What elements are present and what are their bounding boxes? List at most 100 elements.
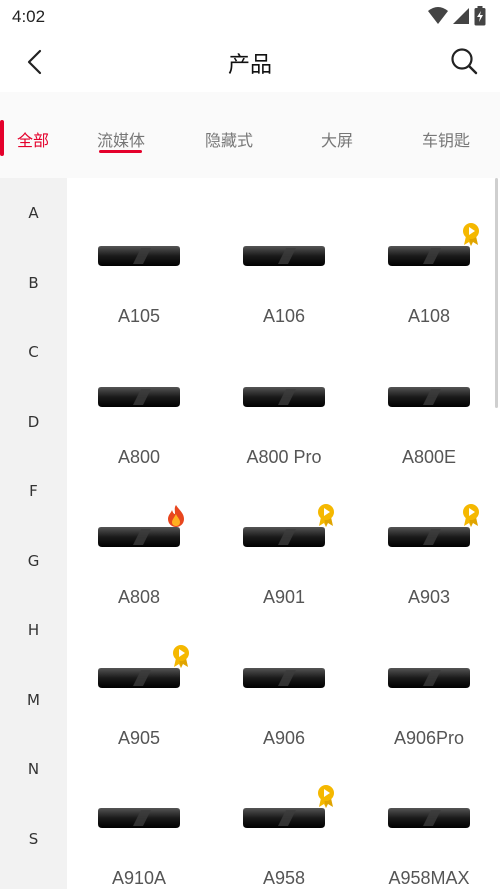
product-name: A108 bbox=[407, 306, 451, 326]
search-icon bbox=[451, 48, 478, 75]
product-card[interactable]: A800E bbox=[357, 331, 500, 471]
product-image bbox=[242, 386, 326, 408]
product-image bbox=[387, 807, 471, 829]
product-image bbox=[387, 667, 471, 689]
product-name: A958MAX bbox=[388, 868, 470, 888]
product-image bbox=[242, 526, 326, 548]
index-letter[interactable]: S bbox=[0, 830, 67, 848]
product-image bbox=[387, 245, 471, 267]
product-image bbox=[97, 245, 181, 267]
dashcam-image bbox=[243, 246, 325, 266]
index-letter[interactable]: H bbox=[0, 621, 67, 639]
tab-hidden[interactable]: 隐藏式 bbox=[205, 127, 253, 151]
status-time: 4:02 bbox=[12, 7, 46, 26]
product-image bbox=[97, 807, 181, 829]
category-tabs: 全部 流媒体 隐藏式 大屏 车钥匙 bbox=[0, 92, 500, 178]
product-name: A106 bbox=[262, 306, 306, 326]
search-button[interactable] bbox=[448, 45, 480, 77]
product-name: A800 bbox=[117, 446, 161, 467]
product-image bbox=[242, 245, 326, 267]
scrollbar[interactable] bbox=[495, 178, 498, 408]
index-letter[interactable]: A bbox=[0, 204, 67, 222]
dashcam-image bbox=[243, 527, 325, 547]
product-name: A808 bbox=[117, 587, 161, 607]
index-letter[interactable]: F bbox=[0, 482, 67, 500]
hot-badge-icon bbox=[168, 505, 184, 527]
product-card[interactable]: A910A bbox=[67, 752, 211, 889]
product-image bbox=[97, 667, 181, 689]
product-image bbox=[387, 526, 471, 548]
hot-badge bbox=[167, 505, 185, 531]
product-card[interactable]: A108 bbox=[357, 190, 500, 330]
dashcam-image bbox=[98, 667, 180, 688]
dashcam-image bbox=[98, 808, 180, 828]
product-card[interactable]: A901 bbox=[212, 471, 356, 611]
product-card[interactable]: A958 bbox=[212, 752, 356, 889]
product-card[interactable]: A906 bbox=[212, 612, 356, 752]
product-card[interactable]: A800 Pro bbox=[212, 331, 356, 471]
index-letter[interactable]: B bbox=[0, 274, 67, 292]
award-badge bbox=[171, 644, 191, 672]
product-image bbox=[242, 667, 326, 689]
award-badge-icon bbox=[173, 644, 189, 668]
product-card[interactable]: A905 bbox=[67, 612, 211, 752]
product-image bbox=[97, 386, 181, 408]
dashcam-image bbox=[243, 667, 325, 688]
status-icons bbox=[428, 6, 486, 26]
dashcam-image bbox=[98, 246, 180, 266]
dashcam-image bbox=[243, 808, 325, 828]
product-name: A958 bbox=[262, 868, 306, 888]
award-badge-icon bbox=[463, 223, 479, 246]
dashcam-image bbox=[388, 667, 470, 688]
tab-big-screen[interactable]: 大屏 bbox=[321, 127, 353, 151]
award-badge-icon bbox=[463, 504, 479, 527]
product-name: A901 bbox=[262, 587, 306, 607]
product-card[interactable]: A906Pro bbox=[357, 612, 500, 752]
product-name: A906 bbox=[262, 727, 306, 748]
award-badge bbox=[461, 222, 481, 250]
status-bar: 4:02 bbox=[0, 0, 500, 34]
tab-streaming-underline bbox=[99, 150, 142, 153]
page-title: 产品 bbox=[227, 53, 272, 78]
tab-streaming[interactable]: 流媒体 bbox=[97, 127, 145, 151]
dashcam-image bbox=[388, 386, 470, 407]
product-name: A105 bbox=[117, 306, 161, 326]
award-badge-icon bbox=[318, 785, 334, 808]
dashcam-image bbox=[388, 246, 470, 266]
app-header: 产品 bbox=[0, 34, 500, 92]
award-badge-icon bbox=[318, 504, 334, 527]
product-card[interactable]: A958MAX bbox=[357, 752, 500, 889]
product-grid: A105 A106 A108 A800 A800 Pro A800E A808 A901 A90… bbox=[67, 178, 500, 889]
product-name: A800E bbox=[401, 446, 457, 467]
product-name: A910A bbox=[111, 868, 167, 888]
battery-icon bbox=[474, 6, 486, 26]
signal-icon bbox=[453, 8, 469, 24]
product-name: A905 bbox=[117, 727, 161, 748]
index-letter[interactable]: M bbox=[0, 691, 67, 709]
dashcam-image bbox=[388, 808, 470, 828]
product-card[interactable]: A800 bbox=[67, 331, 211, 471]
index-letter[interactable]: C bbox=[0, 343, 67, 361]
product-name: A800 Pro bbox=[246, 446, 322, 467]
letter-index: A B C D F G H M N S bbox=[0, 178, 67, 889]
index-letter[interactable]: D bbox=[0, 413, 67, 431]
product-name: A903 bbox=[407, 587, 451, 607]
award-badge bbox=[316, 784, 336, 812]
product-image bbox=[387, 386, 471, 408]
dashcam-image bbox=[243, 386, 325, 407]
index-letter[interactable]: G bbox=[0, 552, 67, 570]
active-tab-indicator bbox=[0, 120, 4, 156]
dashcam-image bbox=[388, 527, 470, 547]
award-badge bbox=[316, 503, 336, 531]
award-badge bbox=[461, 503, 481, 531]
wifi-icon bbox=[428, 7, 448, 24]
index-letter[interactable]: N bbox=[0, 760, 67, 778]
tab-all[interactable]: 全部 bbox=[17, 127, 49, 151]
product-card[interactable]: A903 bbox=[357, 471, 500, 611]
tab-car-key[interactable]: 车钥匙 bbox=[422, 127, 470, 151]
product-name: A906Pro bbox=[393, 727, 465, 748]
product-card[interactable]: A808 bbox=[67, 471, 211, 611]
product-card[interactable]: A105 bbox=[67, 190, 211, 330]
product-card[interactable]: A106 bbox=[212, 190, 356, 330]
dashcam-image bbox=[98, 386, 180, 407]
